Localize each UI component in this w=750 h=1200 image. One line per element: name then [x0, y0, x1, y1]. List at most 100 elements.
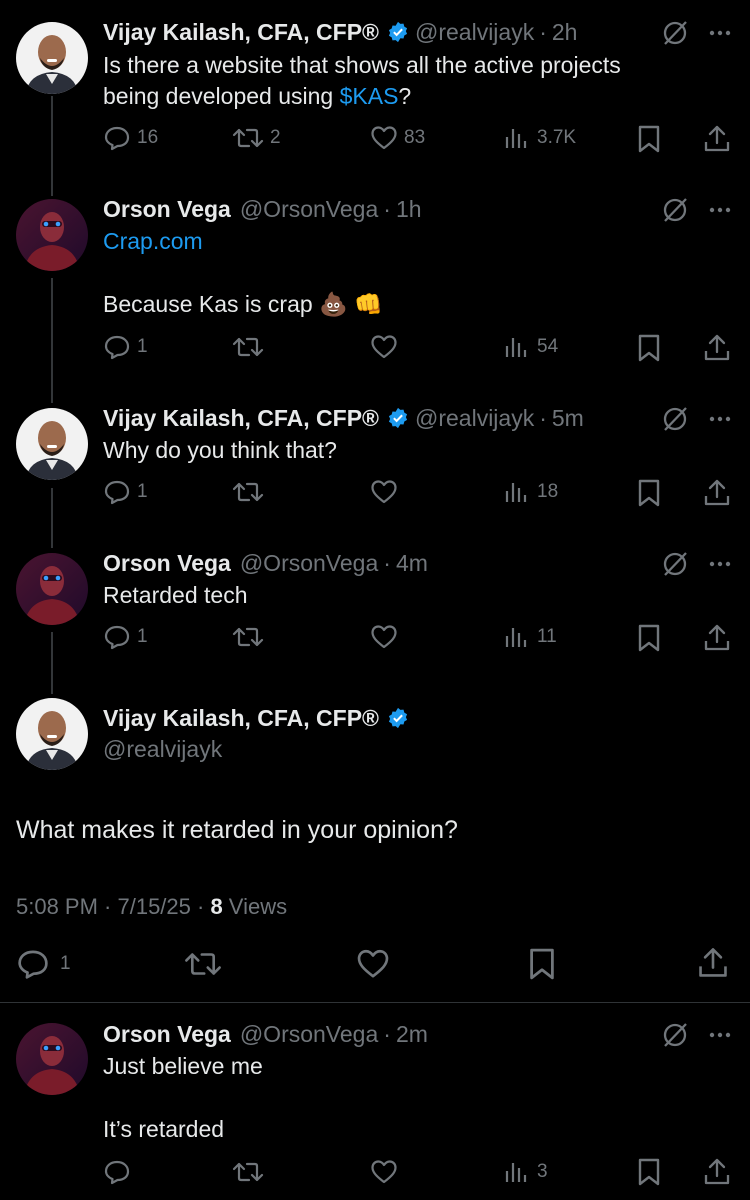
views-button[interactable]: 18 — [503, 478, 558, 506]
reply-button[interactable]: 1 — [103, 623, 148, 651]
author-name[interactable]: Vijay Kailash, CFA, CFP® — [103, 403, 379, 433]
thread-line — [51, 278, 53, 403]
reply-count: 1 — [137, 336, 148, 357]
separator-dot: · — [383, 550, 391, 576]
author-handle[interactable]: @OrsonVega — [240, 548, 378, 578]
grok-icon[interactable] — [660, 549, 690, 579]
bookmark-button[interactable] — [636, 333, 662, 363]
share-icon — [703, 124, 731, 154]
bookmark-button[interactable] — [636, 124, 662, 154]
views-button[interactable]: 54 — [503, 333, 558, 361]
avatar-orson[interactable] — [16, 1023, 88, 1095]
author-name[interactable]: Orson Vega — [103, 194, 231, 224]
like-icon — [356, 947, 390, 981]
grok-icon[interactable] — [660, 18, 690, 48]
share-button[interactable] — [703, 124, 731, 154]
bookmark-button[interactable] — [527, 946, 557, 982]
repost-icon — [232, 1158, 264, 1186]
grok-icon[interactable] — [660, 404, 690, 434]
repost-button[interactable] — [232, 333, 264, 361]
more-icon[interactable] — [705, 404, 735, 434]
focused-header: Vijay Kailash, CFA, CFP® — [103, 703, 415, 733]
reply-button[interactable]: 1 — [16, 947, 71, 981]
share-button[interactable] — [697, 946, 729, 980]
like-button[interactable]: 83 — [370, 124, 425, 152]
like-button[interactable] — [370, 333, 398, 361]
repost-button[interactable] — [232, 478, 264, 506]
avatar-vijay[interactable] — [16, 408, 88, 480]
views-icon — [503, 1158, 531, 1186]
author-name[interactable]: Vijay Kailash, CFA, CFP® — [103, 17, 379, 47]
share-icon — [703, 333, 731, 363]
grok-icon[interactable] — [660, 195, 690, 225]
author-handle[interactable]: @OrsonVega — [240, 194, 378, 224]
share-icon — [703, 478, 731, 508]
tweet-text: Is there a website that shows all the ac… — [103, 50, 703, 112]
share-button[interactable] — [703, 1157, 731, 1187]
author-handle[interactable]: @realvijayk — [103, 734, 222, 764]
like-button[interactable] — [370, 623, 398, 651]
bookmark-icon — [636, 623, 662, 653]
author-name[interactable]: Orson Vega — [103, 548, 231, 578]
separator-dot: · — [539, 405, 547, 431]
more-icon[interactable] — [705, 549, 735, 579]
bookmark-icon — [527, 946, 557, 982]
avatar-vijay[interactable] — [16, 698, 88, 770]
author-name[interactable]: Vijay Kailash, CFA, CFP® — [103, 703, 379, 733]
author-handle[interactable]: @OrsonVega — [240, 1019, 378, 1049]
tweet-text-line: Retarded tech — [103, 582, 248, 608]
views-icon — [503, 478, 531, 506]
cashtag-link[interactable]: $KAS — [340, 83, 399, 109]
repost-button[interactable] — [232, 1158, 264, 1186]
views-button[interactable]: 11 — [503, 623, 557, 651]
views-button[interactable]: 3.7K — [503, 124, 576, 152]
share-button[interactable] — [703, 333, 731, 363]
reply-icon — [103, 623, 131, 651]
views-button[interactable]: 3 — [503, 1158, 548, 1186]
views-label: Views — [222, 894, 288, 919]
avatar-orson[interactable] — [16, 199, 88, 271]
bookmark-button[interactable] — [636, 478, 662, 508]
like-button[interactable] — [356, 947, 390, 981]
timestamp[interactable]: 2m — [396, 1019, 428, 1049]
repost-icon — [232, 623, 264, 651]
repost-button[interactable]: 2 — [232, 124, 281, 152]
repost-button[interactable] — [232, 623, 264, 651]
bookmark-button[interactable] — [636, 623, 662, 653]
author-name[interactable]: Orson Vega — [103, 1019, 231, 1049]
thread-line — [51, 632, 53, 694]
share-button[interactable] — [703, 478, 731, 508]
tweet-text-punct: ? — [398, 83, 412, 109]
avatar-vijay[interactable] — [16, 22, 88, 94]
reply-button[interactable]: 1 — [103, 478, 148, 506]
like-icon — [370, 1158, 398, 1186]
share-button[interactable] — [703, 623, 731, 653]
author-handle[interactable]: @realvijayk — [415, 17, 534, 47]
reply-button[interactable]: 16 — [103, 124, 158, 152]
grok-icon[interactable] — [660, 1020, 690, 1050]
views-count: 54 — [537, 336, 559, 357]
timestamp[interactable]: 1h — [396, 194, 422, 224]
reply-button[interactable]: 1 — [103, 333, 148, 361]
timestamp[interactable]: 4m — [396, 548, 428, 578]
tweet-timestamp[interactable]: 5:08 PM · 7/15/25 · — [16, 894, 210, 919]
repost-button[interactable] — [184, 947, 222, 981]
timestamp[interactable]: 5m — [552, 403, 584, 433]
url-link[interactable]: Crap.com — [103, 228, 203, 254]
share-icon — [703, 623, 731, 653]
author-handle[interactable]: @realvijayk — [415, 403, 534, 433]
reply-icon — [16, 947, 50, 981]
more-icon[interactable] — [705, 1020, 735, 1050]
avatar-orson[interactable] — [16, 553, 88, 625]
reply-button[interactable] — [103, 1158, 131, 1186]
like-button[interactable] — [370, 1158, 398, 1186]
more-icon[interactable] — [705, 18, 735, 48]
bookmark-icon — [636, 478, 662, 508]
more-icon[interactable] — [705, 195, 735, 225]
thread-line — [51, 96, 53, 196]
bookmark-button[interactable] — [636, 1157, 662, 1187]
like-icon — [370, 333, 398, 361]
tweet-meta: 5:08 PM · 7/15/25 · 8 Views — [16, 894, 287, 920]
timestamp[interactable]: 2h — [552, 17, 578, 47]
like-button[interactable] — [370, 478, 398, 506]
